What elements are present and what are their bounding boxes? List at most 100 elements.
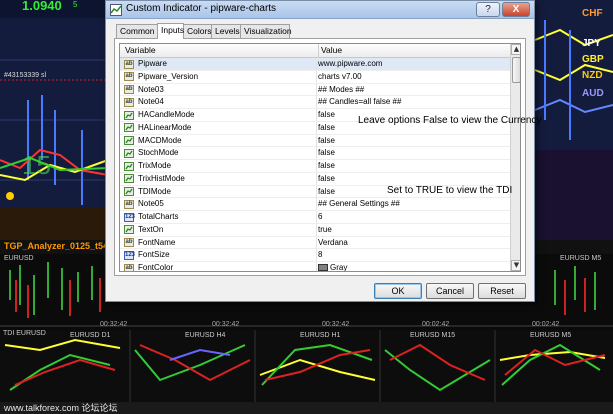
input-row-name: HALinearMode: [138, 122, 192, 132]
input-row-name: Note03: [138, 84, 164, 94]
input-row-value[interactable]: false: [318, 186, 335, 198]
input-row-value[interactable]: Verdana: [318, 237, 348, 249]
column-divider: [316, 134, 317, 147]
input-row-value[interactable]: false: [318, 173, 335, 185]
tab-visualization[interactable]: Visualization: [240, 24, 292, 38]
scroll-up-arrow-icon[interactable]: ▲: [511, 44, 520, 55]
currency-label-aud: AUD: [582, 88, 604, 99]
column-divider: [316, 198, 317, 211]
input-row[interactable]: MACDMode false: [120, 134, 510, 148]
input-row-value[interactable]: ## Candles=all false ##: [318, 96, 401, 108]
input-row-name: MACDMode: [138, 135, 182, 145]
annotation-currency-note: Leave options False to view the Currency: [358, 115, 542, 126]
string-param-icon: ab: [124, 238, 134, 247]
help-button[interactable]: ?: [476, 2, 500, 17]
time-label: 00:32:42: [100, 321, 128, 328]
column-header-variable[interactable]: Variable: [125, 44, 156, 57]
column-divider: [316, 211, 317, 223]
boolean-param-icon: [124, 136, 134, 145]
currency-label-chf: CHF: [582, 8, 603, 19]
input-row-name: TDIMode: [138, 186, 171, 196]
inputs-grid: Variable Value ab Pipware www.pipware.com a…: [119, 43, 521, 272]
input-row[interactable]: TextOn true: [120, 223, 510, 237]
column-divider: [316, 109, 317, 121]
dialog-titlebar[interactable]: Custom Indicator - pipware-charts ? X: [106, 1, 534, 19]
input-row[interactable]: ab Note03 ## Modes ##: [120, 83, 510, 97]
input-row-name: TrixHistMode: [138, 173, 185, 183]
input-row[interactable]: ab FontName Verdana: [120, 236, 510, 250]
tab-common[interactable]: Common: [116, 24, 158, 38]
annotation-tdi-note: Set to TRUE to view the TDI: [387, 185, 513, 196]
input-row-value[interactable]: ## Modes ##: [318, 84, 364, 96]
input-row-value[interactable]: Gray: [318, 262, 347, 271]
scroll-thumb[interactable]: [512, 57, 520, 83]
currency-label-jpy: JPY: [582, 38, 601, 49]
column-divider: [316, 172, 317, 185]
ok-button[interactable]: OK: [374, 283, 422, 299]
string-param-icon: ab: [124, 263, 134, 271]
input-row[interactable]: StochMode false: [120, 147, 510, 160]
tdi-panel-title: EURUSD D1: [70, 332, 111, 339]
close-button[interactable]: X: [502, 2, 530, 17]
input-row-value[interactable]: false: [318, 147, 335, 159]
input-row[interactable]: 123 TotalCharts 6: [120, 211, 510, 224]
tab-levels[interactable]: Levels: [211, 24, 241, 38]
input-row-value[interactable]: false: [318, 122, 335, 134]
input-row-value[interactable]: true: [318, 224, 332, 236]
price-readout-small: 5: [73, 0, 78, 9]
tab-colors[interactable]: Colors: [183, 24, 212, 38]
scroll-down-arrow-icon[interactable]: ▼: [511, 260, 520, 271]
input-row-name: TrixMode: [138, 161, 172, 170]
custom-indicator-dialog: Custom Indicator - pipware-charts ? X Co…: [105, 0, 535, 302]
input-row-value[interactable]: ## General Settings ##: [318, 198, 400, 210]
input-row-value[interactable]: false: [318, 109, 335, 121]
input-row[interactable]: TrixMode false: [120, 160, 510, 173]
input-row[interactable]: TrixHistMode false: [120, 172, 510, 186]
input-row[interactable]: ab Note05 ## General Settings ##: [120, 198, 510, 211]
grid-scrollbar[interactable]: ▲ ▼: [510, 44, 520, 271]
boolean-param-icon: [124, 187, 134, 196]
input-row-name: FontName: [138, 237, 176, 247]
column-divider: [316, 83, 317, 96]
currency-label-gbp: GBP: [582, 54, 604, 65]
column-divider: [316, 160, 317, 172]
column-divider: [316, 70, 317, 83]
input-row-name: Note04: [138, 97, 164, 107]
boolean-param-icon: [124, 174, 134, 184]
boolean-param-icon: [124, 148, 134, 158]
input-row-value[interactable]: false: [318, 160, 335, 172]
input-row-value[interactable]: false: [318, 135, 335, 147]
input-row-name: StochMode: [138, 148, 179, 158]
grid-header: Variable Value: [120, 44, 510, 58]
input-row[interactable]: ab Pipware_Version charts v7.00: [120, 70, 510, 84]
number-param-icon: 123: [124, 212, 136, 222]
input-row-name: Pipware: [138, 59, 167, 68]
input-row-value[interactable]: 8: [318, 249, 322, 261]
color-swatch-icon: [318, 264, 328, 271]
input-row-value[interactable]: charts v7.00: [318, 71, 362, 83]
time-label: 00:02:42: [532, 321, 560, 328]
column-divider: [316, 236, 317, 249]
string-param-icon: ab: [124, 72, 134, 82]
string-param-icon: ab: [124, 59, 134, 69]
tdi-label: TDI EURUSD: [3, 330, 46, 337]
input-row-value[interactable]: www.pipware.com: [318, 58, 382, 70]
column-divider: [316, 96, 317, 109]
input-row[interactable]: ab Note04 ## Candles=all false ##: [120, 96, 510, 109]
input-rows: ab Pipware www.pipware.com ab Pipware_Versio…: [120, 58, 510, 272]
tab-inputs[interactable]: Inputs: [157, 23, 184, 39]
reset-button[interactable]: Reset: [478, 283, 526, 299]
boolean-param-icon: [124, 123, 134, 133]
cancel-button[interactable]: Cancel: [426, 283, 474, 299]
input-row[interactable]: ab Pipware www.pipware.com: [120, 58, 510, 71]
column-header-value[interactable]: Value: [318, 44, 342, 58]
input-row-name: FontColor: [138, 263, 174, 272]
input-row-value[interactable]: 6: [318, 211, 322, 223]
input-row[interactable]: 123 FontSize 8: [120, 249, 510, 262]
boolean-param-icon: [124, 161, 134, 171]
tdi-panel-title: EURUSD H1: [300, 332, 341, 339]
string-param-icon: ab: [124, 97, 134, 107]
column-divider: [316, 223, 317, 236]
input-row[interactable]: ab FontColor Gray: [120, 262, 510, 272]
currency-label-nzd: NZD: [582, 70, 603, 81]
